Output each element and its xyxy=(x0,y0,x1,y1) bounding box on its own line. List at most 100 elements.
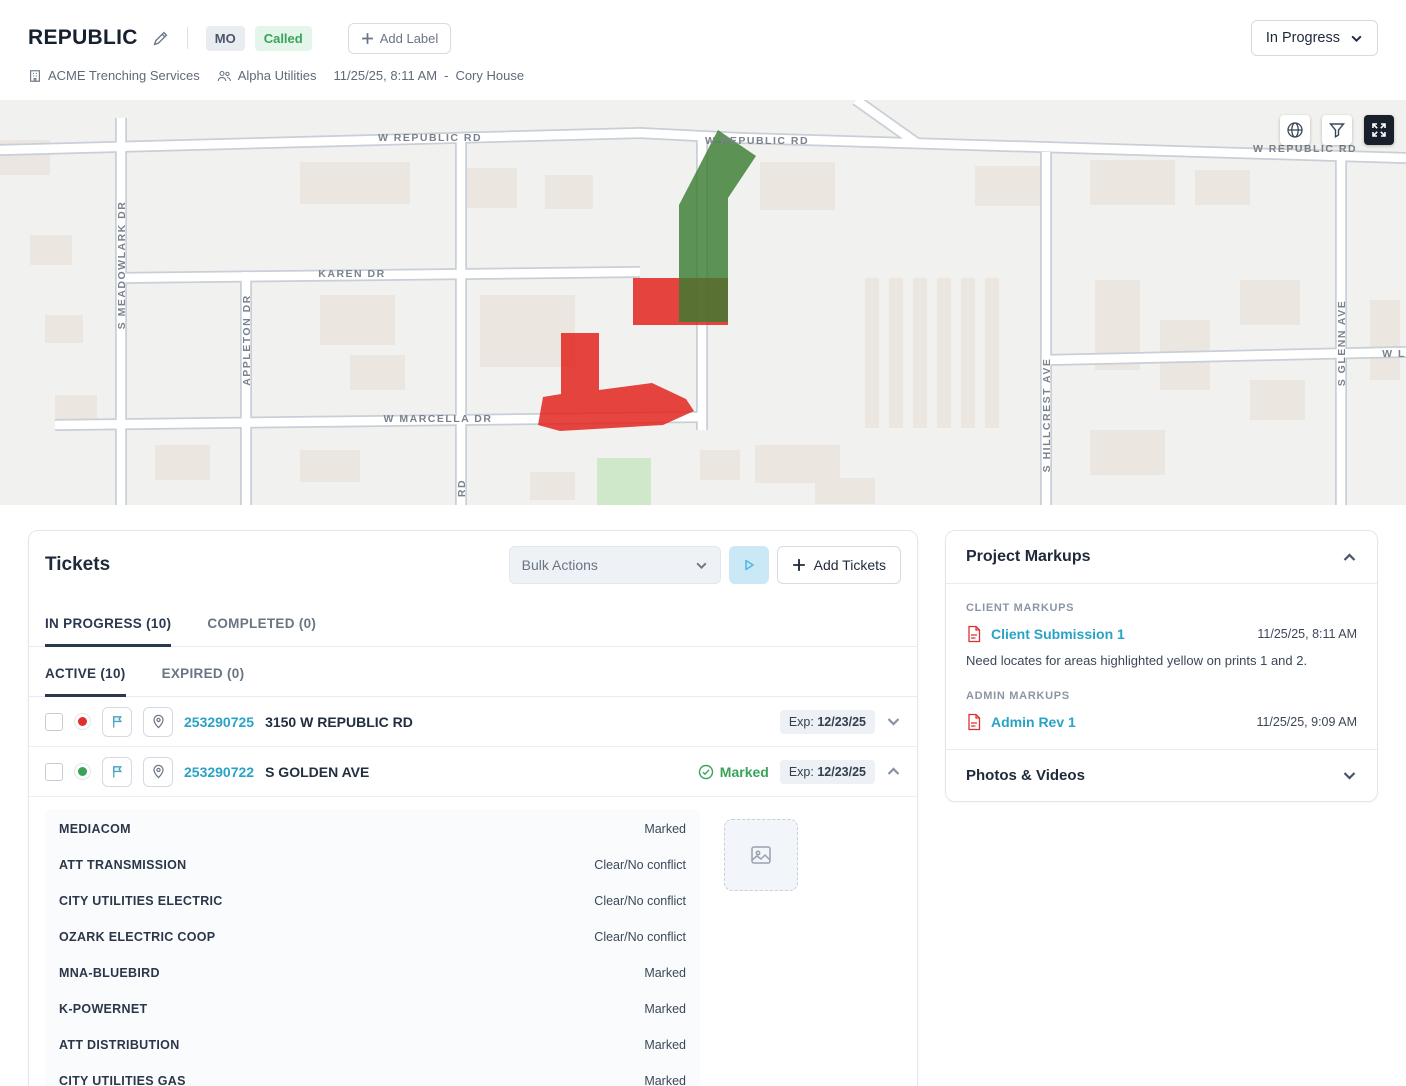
people-icon xyxy=(217,69,232,83)
content-area: Tickets Bulk Actions Add Tickets IN PROG… xyxy=(0,505,1406,1086)
photo-upload-dropzone[interactable] xyxy=(724,819,798,891)
expand-ticket-button[interactable] xyxy=(886,714,901,729)
tickets-tabs: IN PROGRESS (10) COMPLETED (0) xyxy=(29,597,917,647)
admin-rev-link[interactable]: Admin Rev 1 xyxy=(991,714,1076,730)
timestamp: 11/25/25, 8:11 AM xyxy=(334,68,438,83)
road-label: RD xyxy=(456,479,468,497)
tab-in-progress[interactable]: IN PROGRESS (10) xyxy=(45,597,171,647)
building-icon xyxy=(28,69,42,83)
project-markups-title: Project Markups xyxy=(966,548,1090,566)
company-name: ACME Trenching Services xyxy=(48,68,200,83)
ticket-checkbox[interactable] xyxy=(45,713,63,731)
subtab-active[interactable]: ACTIVE (10) xyxy=(45,647,126,697)
marked-status: Marked xyxy=(698,764,769,780)
utility-row: ATT DISTRIBUTIONMarked xyxy=(59,1027,686,1063)
tickets-subtabs: ACTIVE (10) EXPIRED (0) xyxy=(29,647,917,697)
utility-row: MEDIACOMMarked xyxy=(59,811,686,847)
image-icon xyxy=(749,843,773,867)
tickets-title: Tickets xyxy=(45,554,110,576)
map-pin-icon xyxy=(151,764,166,779)
photos-videos-header[interactable]: Photos & Videos xyxy=(946,749,1377,801)
client-submission-link[interactable]: Client Submission 1 xyxy=(991,626,1125,642)
ticket-address: 3150 W REPUBLIC RD xyxy=(265,714,413,730)
utility-row: ATT TRANSMISSIONClear/No conflict xyxy=(59,847,686,883)
photo-upload-area: ＋ xyxy=(724,809,798,1086)
pin-button[interactable] xyxy=(143,707,173,737)
run-bulk-action-button[interactable] xyxy=(729,546,769,584)
map-fullscreen-button[interactable] xyxy=(1364,115,1394,145)
utility-row: CITY UTILITIES ELECTRICClear/No conflict xyxy=(59,883,686,919)
road-label: S MEADOWLARK DR xyxy=(116,201,128,330)
expiry-badge: Exp: 12/23/25 xyxy=(780,710,875,734)
utility-row: CITY UTILITIES GASMarked xyxy=(59,1063,686,1086)
flag-button[interactable] xyxy=(102,707,132,737)
client-markups-label: CLIENT MARKUPS xyxy=(966,602,1357,614)
ticket-row: 253290722 S GOLDEN AVE Marked Exp: 12/23… xyxy=(29,747,917,797)
ticket-number-link[interactable]: 253290722 xyxy=(184,764,254,780)
admin-markup-file-row: Admin Rev 1 11/25/25, 9:09 AM xyxy=(966,713,1357,731)
expiry-badge: Exp: 12/23/25 xyxy=(780,760,875,784)
admin-markups-label: ADMIN MARKUPS xyxy=(966,690,1357,702)
status-dot-green xyxy=(74,763,91,780)
globe-icon xyxy=(1286,121,1304,139)
road-label: S GLENN AVE xyxy=(1336,300,1348,387)
check-circle-icon xyxy=(698,764,714,780)
plus-icon xyxy=(792,558,806,572)
pdf-file-icon xyxy=(966,713,982,731)
subtab-expired[interactable]: EXPIRED (0) xyxy=(162,647,245,697)
chevron-up-icon xyxy=(886,764,901,779)
road-label: W L xyxy=(1382,348,1406,360)
chevron-up-icon xyxy=(1342,550,1357,565)
map-layers-button[interactable] xyxy=(1280,115,1310,145)
flag-button[interactable] xyxy=(102,757,132,787)
company-group: ACME Trenching Services xyxy=(28,68,200,83)
ticket-checkbox[interactable] xyxy=(45,763,63,781)
collapse-ticket-button[interactable] xyxy=(886,764,901,779)
map-pin-icon xyxy=(151,714,166,729)
map-controls xyxy=(1280,115,1394,145)
author-name: Cory House xyxy=(455,68,524,83)
add-tickets-button[interactable]: Add Tickets xyxy=(777,546,901,584)
utility-row: K-POWERNETMarked xyxy=(59,991,686,1027)
separator-dash: - xyxy=(444,68,448,83)
chevron-down-icon xyxy=(695,559,708,572)
project-markups-header[interactable]: Project Markups xyxy=(946,531,1377,584)
photos-videos-title: Photos & Videos xyxy=(966,767,1085,784)
map-canvas[interactable]: W REPUBLIC RD W REPUBLIC RD W REPUBLIC R… xyxy=(0,100,1406,505)
map-filter-button[interactable] xyxy=(1322,115,1352,145)
road-label: KAREN DR xyxy=(318,268,385,280)
ticket-details: MEDIACOMMarked ATT TRANSMISSIONClear/No … xyxy=(29,797,917,1086)
ticket-number-link[interactable]: 253290725 xyxy=(184,714,254,730)
status-dropdown[interactable]: In Progress xyxy=(1251,20,1378,56)
play-icon xyxy=(742,558,756,572)
chevron-down-icon xyxy=(1342,768,1357,783)
map-container: W REPUBLIC RD W REPUBLIC RD W REPUBLIC R… xyxy=(0,100,1406,505)
chevron-down-icon xyxy=(1350,32,1363,45)
utility-row: MNA-BLUEBIRDMarked xyxy=(59,955,686,991)
edit-title-button[interactable] xyxy=(152,30,169,47)
utility-list: MEDIACOMMarked ATT TRANSMISSIONClear/No … xyxy=(45,809,700,1086)
divider xyxy=(187,27,188,49)
tab-completed[interactable]: COMPLETED (0) xyxy=(207,597,316,647)
pin-button[interactable] xyxy=(143,757,173,787)
ticket-address: S GOLDEN AVE xyxy=(265,764,369,780)
client-markup-note: Need locates for areas highlighted yello… xyxy=(966,652,1357,670)
road-label: W REPUBLIC RD xyxy=(705,135,809,147)
pencil-icon xyxy=(152,30,169,47)
utility-group: Alpha Utilities xyxy=(217,68,317,83)
page-title: REPUBLIC xyxy=(28,26,138,50)
client-markup-file-row: Client Submission 1 11/25/25, 8:11 AM xyxy=(966,625,1357,643)
ticket-row: 253290725 3150 W REPUBLIC RD Exp: 12/23/… xyxy=(29,697,917,747)
road-label: W MARCELLA DR xyxy=(384,413,493,425)
status-dot-red xyxy=(74,713,91,730)
funnel-icon xyxy=(1329,122,1345,138)
road-label: APPLETON DR xyxy=(241,294,253,386)
fullscreen-icon xyxy=(1371,122,1387,138)
pdf-file-icon xyxy=(966,625,982,643)
admin-markup-time: 11/25/25, 9:09 AM xyxy=(1256,715,1357,729)
bulk-actions-dropdown[interactable]: Bulk Actions xyxy=(509,546,721,584)
called-status-badge: Called xyxy=(255,26,312,51)
add-label-button[interactable]: Add Label xyxy=(348,23,452,54)
state-badge: MO xyxy=(206,26,245,51)
road-label: W REPUBLIC RD xyxy=(378,132,482,144)
